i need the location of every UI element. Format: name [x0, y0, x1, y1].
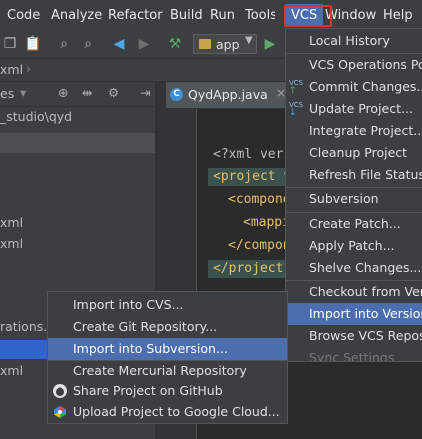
menu-item-subversion[interactable]: Subversion	[286, 188, 422, 210]
menu-item-create-mercurial-repository[interactable]: Create Mercurial Repository	[48, 360, 287, 382]
menu-item-sync-settings: Sync Settings	[309, 350, 395, 362]
vcs-highlight-box	[284, 5, 332, 27]
code-line[interactable]: <mappi	[243, 215, 290, 230]
module-icon	[199, 39, 211, 49]
menu-item-import-into-subversion[interactable]: Import into Subversion...	[48, 338, 287, 360]
menu-item-import-into-vcs[interactable]: Import into Version Control	[286, 303, 422, 325]
menu-item-checkout-from-vcs[interactable]: Checkout from Version Control	[286, 281, 422, 303]
menu-help[interactable]: Help	[383, 8, 413, 23]
code-line[interactable]: </compon	[228, 238, 291, 253]
menu-item-refresh-file-status[interactable]: Refresh File Status	[286, 164, 422, 186]
menu-bar: . Code Analyze Refactor Build Run Tools …	[0, 0, 422, 31]
replace-icon[interactable]: ⌕	[80, 36, 96, 52]
collapse-icon[interactable]: ⇹	[82, 85, 92, 100]
menu-window[interactable]: Window	[325, 8, 376, 23]
github-icon	[53, 384, 67, 398]
breadcrumb-separator: ›	[26, 61, 31, 76]
menu-item-apply-patch[interactable]: Apply Patch...	[286, 235, 422, 257]
hammer-icon[interactable]: ⚒	[167, 36, 183, 52]
menu-item-upload-to-google-cloud[interactable]: Upload Project to Google Cloud...	[48, 401, 287, 423]
menu-tools[interactable]: Tools	[245, 8, 275, 23]
forward-arrow-icon[interactable]: ▶	[136, 36, 152, 52]
menu-item-browse-vcs-repository[interactable]: Browse VCS Repository	[286, 325, 422, 347]
tree-selected-row[interactable]	[0, 340, 48, 359]
menu-item-integrate-project[interactable]: Integrate Project...	[286, 120, 422, 142]
paste-icon[interactable]: 📋	[24, 36, 41, 52]
run-configuration-select[interactable]: app ▼	[193, 34, 257, 54]
menu-item-commit-changes[interactable]: VCS ↑ Commit Changes...	[286, 76, 422, 98]
google-cloud-icon	[53, 405, 67, 419]
java-class-icon: C	[170, 88, 183, 101]
import-submenu: Import into CVS... Create Git Repository…	[47, 291, 288, 424]
menu-item-create-git-repository[interactable]: Create Git Repository...	[48, 316, 287, 338]
chevron-down-icon[interactable]: ▾	[20, 85, 26, 100]
code-line[interactable]: <?xml vers	[213, 147, 291, 162]
menu-build[interactable]: Build	[170, 8, 203, 23]
code-line[interactable]: <compone	[228, 192, 291, 207]
tree-item-xml[interactable]: xml	[0, 215, 23, 230]
menu-item-share-on-github[interactable]: Share Project on GitHub	[48, 380, 287, 402]
tree-item-path[interactable]: _studio\qyd	[0, 109, 72, 124]
menu-item-vcs-operations-popup[interactable]: VCS Operations Popup...	[286, 54, 422, 76]
panel-view-label[interactable]: es	[0, 86, 14, 101]
tab-label: QydApp.java	[188, 87, 268, 102]
tab-qydapp-java[interactable]: C QydApp.java ×	[166, 82, 294, 108]
hide-panel-icon[interactable]: ⇥	[140, 85, 150, 100]
tree-selected-row[interactable]	[0, 133, 155, 153]
find-icon[interactable]: ⌕	[56, 36, 72, 52]
run-config-label: app	[216, 37, 240, 52]
crosshair-icon[interactable]: ⊕	[58, 85, 68, 100]
vcs-menu: Local History VCS Operations Popup... VC…	[285, 28, 422, 362]
tree-item-xml[interactable]: xml	[0, 363, 23, 378]
tree-item-xml[interactable]: xml	[0, 236, 23, 251]
run-icon[interactable]: ▶	[262, 36, 278, 52]
menu-item-update-project[interactable]: VCS ↓ Update Project...	[286, 98, 422, 120]
code-line[interactable]: </project.	[213, 261, 291, 276]
vcs-commit-icon: VCS ↑	[289, 79, 304, 96]
breadcrumb[interactable]: xml	[0, 62, 23, 77]
menu-item-create-patch[interactable]: Create Patch...	[286, 213, 422, 235]
project-panel-header: es ▾ ⊕ ⇹ ⚙ ⇥	[0, 82, 155, 107]
vcs-update-icon: VCS ↓	[289, 101, 304, 118]
chevron-down-icon: ▼	[245, 35, 253, 46]
menu-refactor[interactable]: Refactor	[108, 8, 163, 23]
menu-item-local-history[interactable]: Local History	[286, 30, 422, 52]
menu-code[interactable]: Code	[7, 8, 40, 23]
menu-item-cleanup-project[interactable]: Cleanup Project	[286, 142, 422, 164]
menu-analyze[interactable]: Analyze	[51, 8, 102, 23]
gear-icon[interactable]: ⚙	[108, 85, 119, 100]
menu-run[interactable]: Run	[210, 8, 235, 23]
copy-icon[interactable]: ❐	[2, 36, 18, 52]
back-arrow-icon[interactable]: ◀	[111, 36, 127, 52]
code-line[interactable]: <project v	[213, 169, 291, 184]
menu-item-import-into-cvs[interactable]: Import into CVS...	[48, 294, 287, 316]
menu-item-shelve-changes[interactable]: Shelve Changes...	[286, 257, 422, 279]
